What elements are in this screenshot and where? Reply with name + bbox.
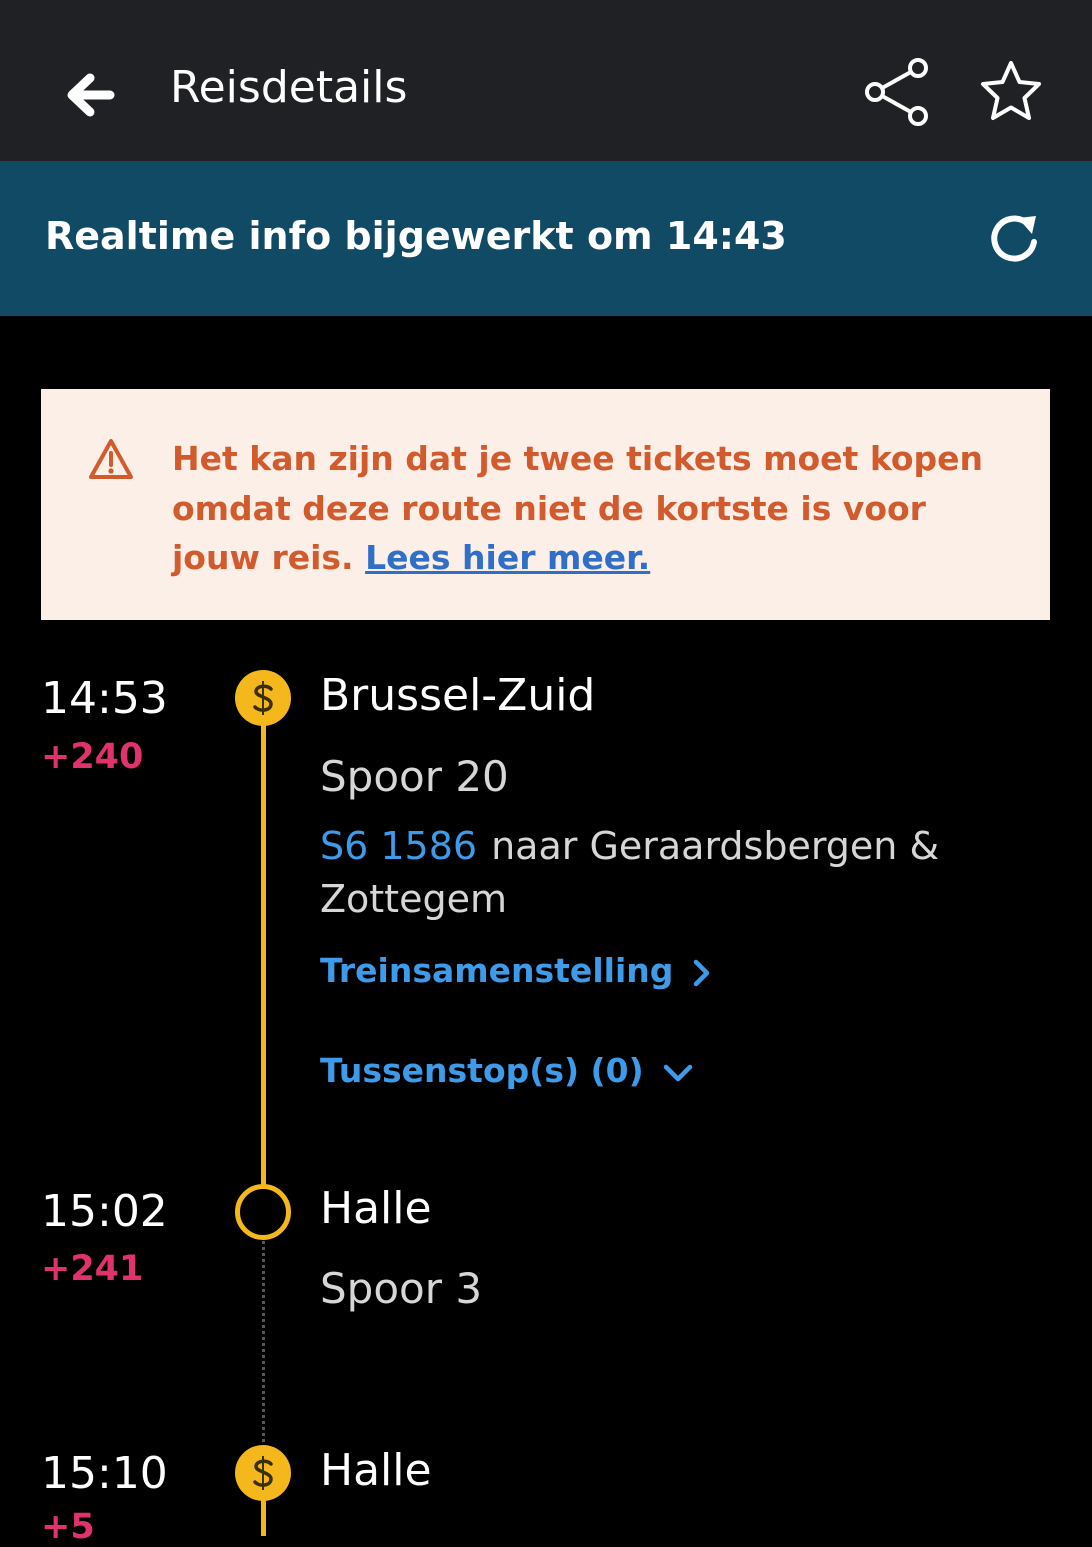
station-name: Brussel-Zuid <box>320 670 596 721</box>
platform: Spoor 20 <box>320 752 509 801</box>
refresh-button[interactable] <box>984 210 1044 270</box>
warning-message: Het kan zijn dat je twee tickets moet ko… <box>172 434 1002 583</box>
train-info: S6 1586 naar Geraardsbergen & Zottegem <box>320 820 1000 926</box>
intermediate-stops-label: Tussenstop(s) (0) <box>320 1051 644 1090</box>
timeline-segment <box>261 1498 266 1536</box>
stop-ring-icon <box>235 1184 291 1240</box>
read-more-link[interactable]: Lees hier meer. <box>365 538 650 577</box>
transfer-walk-line <box>262 1236 265 1448</box>
station-name: Halle <box>320 1183 432 1234</box>
s-train-icon <box>235 670 291 726</box>
departure-time: 14:53 <box>41 673 168 724</box>
intermediate-stops-toggle[interactable]: Tussenstop(s) (0) <box>320 1051 694 1090</box>
train-number[interactable]: S6 1586 <box>320 824 477 868</box>
realtime-info-text: Realtime info bijgewerkt om 14:43 <box>45 214 787 258</box>
delay-minutes: +241 <box>41 1249 144 1289</box>
delay-minutes: +240 <box>41 737 144 777</box>
back-button[interactable] <box>58 66 122 124</box>
star-icon <box>981 61 1041 120</box>
chevron-right-icon <box>694 959 710 986</box>
favorite-button[interactable] <box>976 58 1046 126</box>
timeline-segment <box>261 725 266 1187</box>
s-train-icon <box>235 1445 291 1501</box>
chevron-down-icon <box>663 1064 692 1081</box>
delay-minutes: +5 <box>41 1507 95 1547</box>
page-title: Reisdetails <box>170 62 408 113</box>
arrival-time: 15:02 <box>41 1186 168 1237</box>
share-button[interactable] <box>862 56 934 128</box>
train-composition-link[interactable]: Treinsamenstelling <box>320 951 713 990</box>
arrow-left-icon <box>67 73 115 117</box>
departure-time: 15:10 <box>41 1448 168 1499</box>
share-icon <box>865 58 928 126</box>
train-composition-label: Treinsamenstelling <box>320 951 674 990</box>
refresh-icon <box>991 215 1037 262</box>
warning-triangle-icon <box>88 437 134 481</box>
station-name: Halle <box>320 1445 432 1496</box>
platform: Spoor 3 <box>320 1264 483 1313</box>
